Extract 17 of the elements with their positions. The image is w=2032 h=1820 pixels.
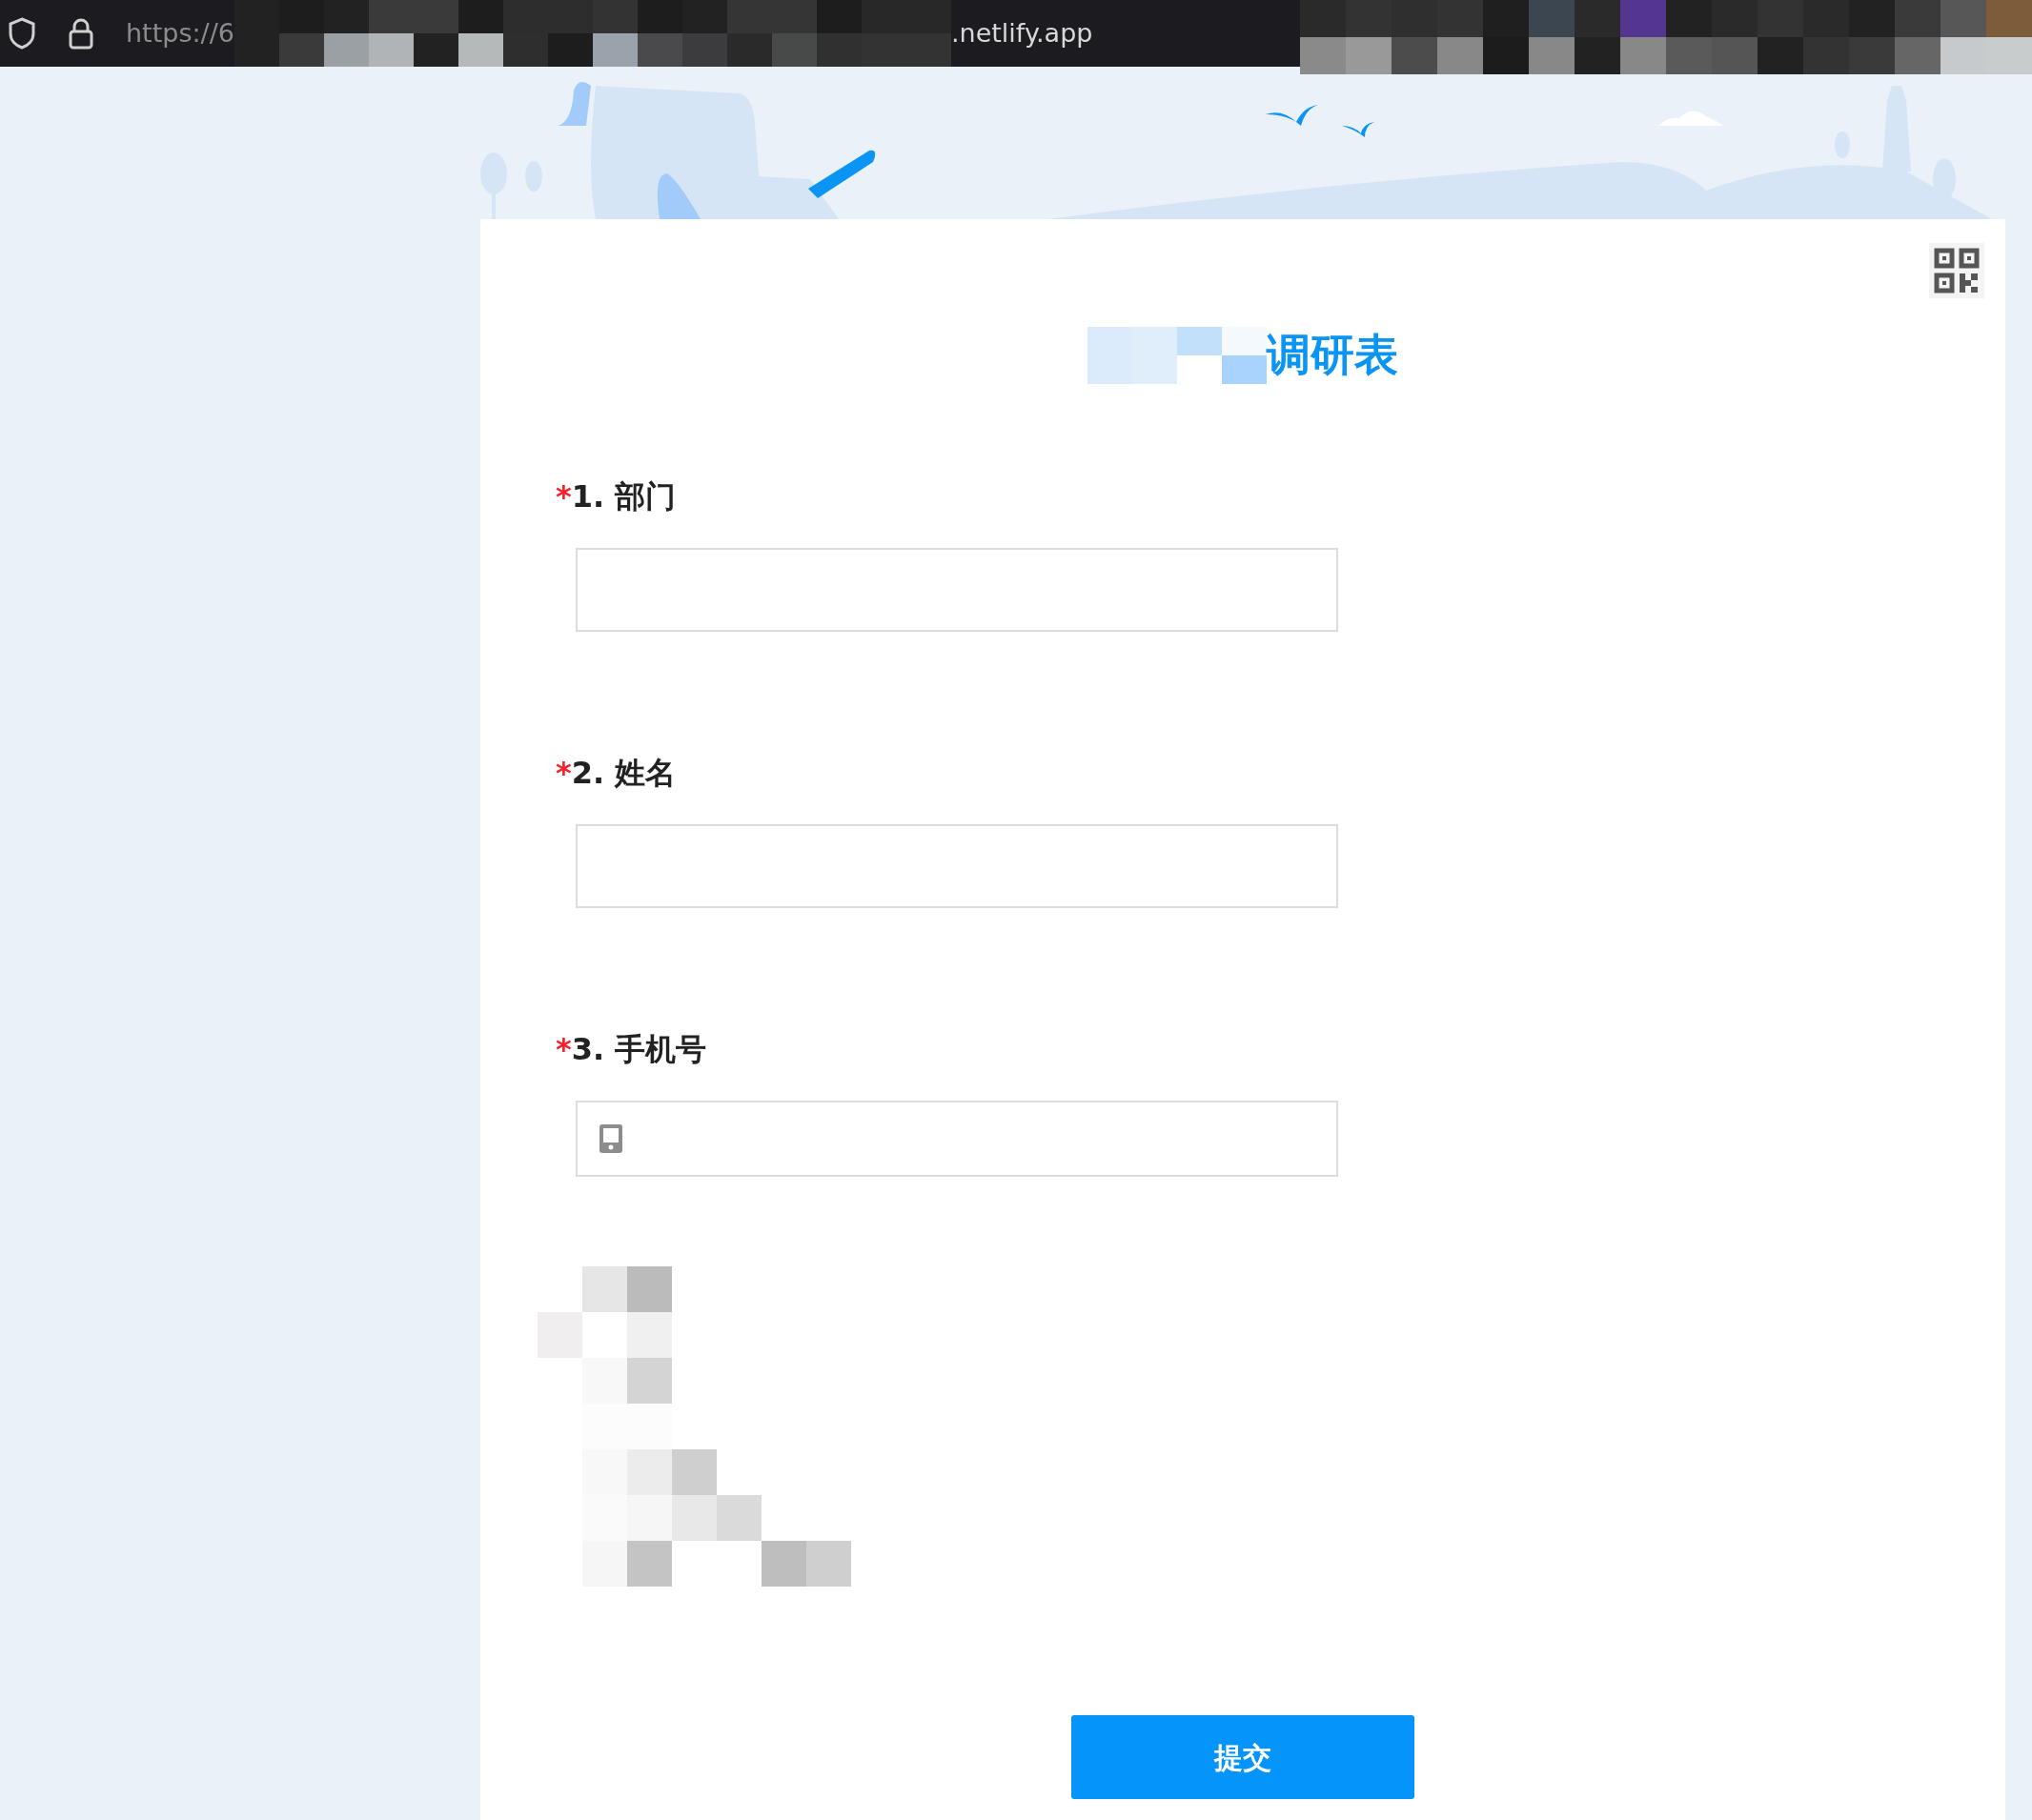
phone-icon — [599, 1123, 623, 1154]
form-title: 调研表 — [1267, 328, 1398, 382]
text-input-field[interactable] — [576, 824, 1338, 908]
lock-icon — [69, 17, 93, 50]
shield-icon — [8, 17, 36, 50]
required-asterisk: * — [556, 754, 572, 793]
phone-input-field[interactable] — [576, 1101, 1338, 1177]
text-input-field[interactable] — [576, 548, 1338, 632]
url-text[interactable]: .netlify.app — [950, 13, 1093, 53]
qr-code-icon[interactable] — [1929, 243, 1984, 298]
submit-button[interactable]: 提交 — [1071, 1715, 1414, 1799]
question-label: 2. 姓名 — [571, 754, 677, 793]
url-text[interactable]: https://6 — [126, 13, 234, 53]
required-asterisk: * — [556, 477, 572, 516]
question-label: 1. 部门 — [571, 477, 677, 516]
required-asterisk: * — [556, 1030, 572, 1069]
question-label: 3. 手机号 — [571, 1030, 707, 1069]
